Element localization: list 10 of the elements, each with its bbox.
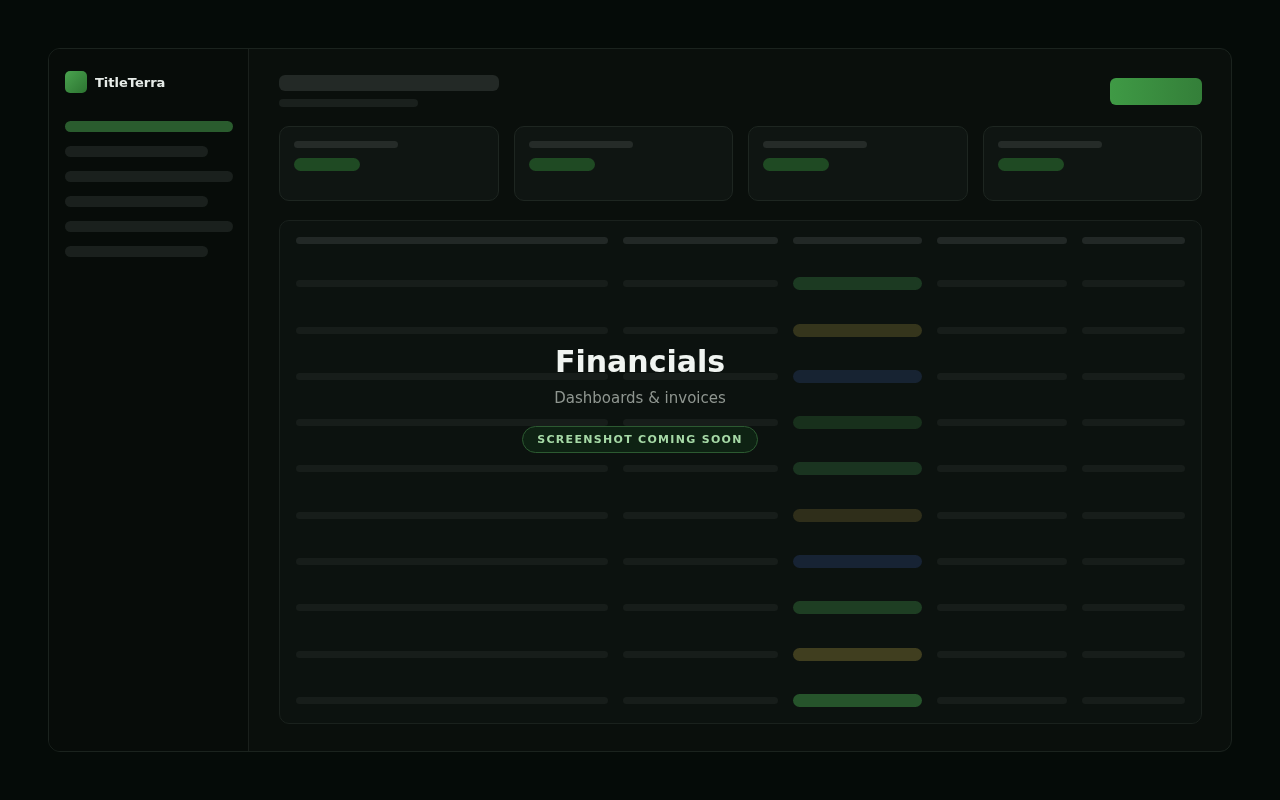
logo-icon: [65, 71, 87, 93]
nav-item-placeholder[interactable]: [65, 121, 233, 132]
skeleton-bar: [294, 158, 360, 171]
skeleton-bar: [528, 158, 595, 171]
coming-soon-badge: SCREENSHOT COMING SOON: [522, 426, 758, 453]
skeleton-bar: [997, 158, 1064, 171]
overlay-subtitle: Dashboards & invoices: [554, 391, 726, 406]
skeleton-bar: [763, 158, 829, 171]
overlay-title: Financials: [554, 347, 726, 377]
brand-name: TitleTerra: [95, 75, 166, 89]
